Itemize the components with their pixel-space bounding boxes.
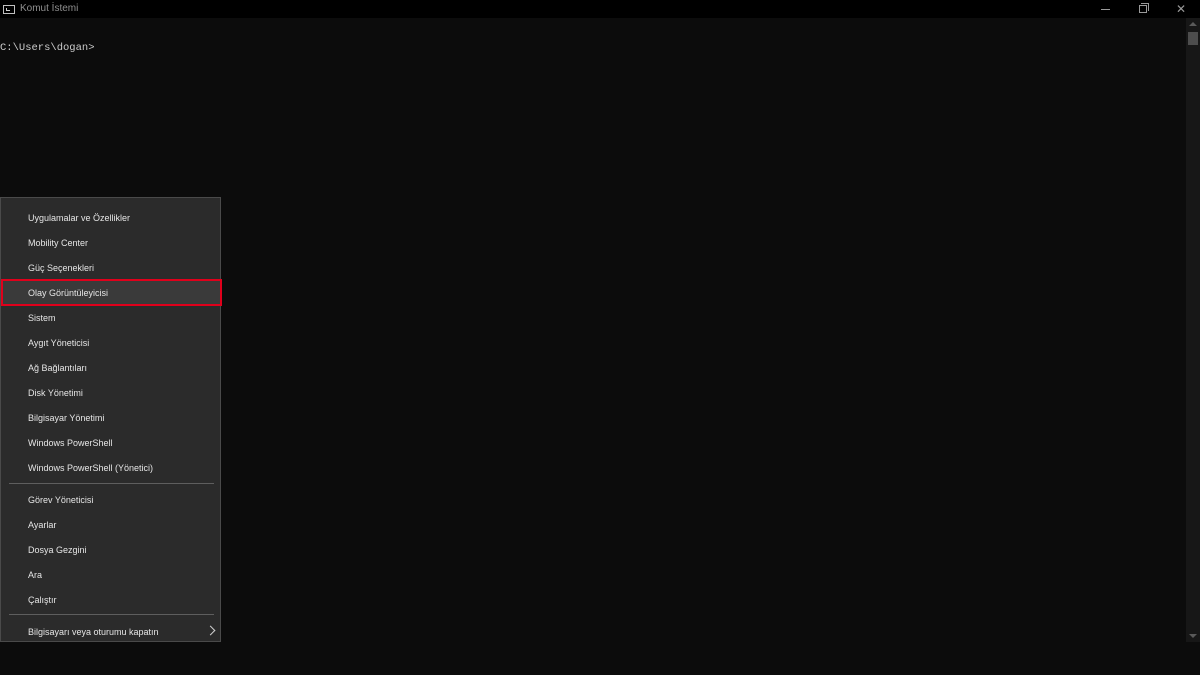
scroll-down-button[interactable] (1186, 630, 1200, 642)
menu-item-label: Aygıt Yöneticisi (28, 337, 90, 348)
menu-item-event-viewer[interactable]: Olay Görüntüleyicisi (1, 279, 222, 306)
window-title: Komut İstemi (20, 3, 79, 14)
menu-item-disk-management[interactable]: Disk Yönetimi (2, 380, 221, 405)
menu-item-label: Windows PowerShell (28, 437, 113, 448)
chevron-right-icon (205, 625, 216, 636)
quick-link-menu: Uygulamalar ve Özellikler Mobility Cente… (0, 197, 222, 644)
menu-item-computer-management[interactable]: Bilgisayar Yönetimi (2, 405, 221, 430)
arrow-down-icon (1189, 634, 1197, 638)
scroll-thumb[interactable] (1188, 32, 1198, 45)
title-bar: Komut İstemi ✕ (0, 0, 1200, 18)
menu-item-task-manager[interactable]: Görev Yöneticisi (2, 487, 221, 512)
menu-item-label: Olay Görüntüleyicisi (28, 287, 109, 298)
menu-item-label: Disk Yönetimi (28, 387, 83, 398)
menu-item-powershell-admin[interactable]: Windows PowerShell (Yönetici) (2, 455, 221, 480)
minimize-icon (1100, 8, 1110, 10)
menu-item-label: Ara (28, 569, 43, 580)
menu-item-label: Windows PowerShell (Yönetici) (28, 462, 154, 473)
menu-item-shutdown-signout[interactable]: Bilgisayarı veya oturumu kapatın (2, 619, 221, 644)
menu-separator (9, 483, 214, 484)
menu-item-device-manager[interactable]: Aygıt Yöneticisi (2, 330, 221, 355)
menu-item-label: Mobility Center (28, 237, 89, 248)
cmd-icon (3, 4, 15, 14)
menu-item-power-options[interactable]: Güç Seçenekleri (2, 255, 221, 280)
menu-item-label: Görev Yöneticisi (28, 494, 94, 505)
menu-item-label: Güç Seçenekleri (28, 262, 95, 273)
command-prompt: C:\Users\dogan> (0, 42, 95, 54)
menu-item-settings[interactable]: Ayarlar (2, 512, 221, 537)
bottom-strip (0, 642, 1200, 675)
menu-item-label: Bilgisayar Yönetimi (28, 412, 105, 423)
close-button[interactable]: ✕ (1162, 0, 1200, 18)
menu-item-system[interactable]: Sistem (2, 305, 221, 330)
vertical-scrollbar[interactable] (1186, 18, 1200, 642)
menu-item-label: Ağ Bağlantıları (28, 362, 88, 373)
menu-item-run[interactable]: Çalıştır (2, 587, 221, 612)
minimize-button[interactable] (1086, 0, 1124, 18)
menu-separator (9, 614, 214, 615)
restore-icon (1139, 3, 1149, 13)
menu-item-label: Bilgisayarı veya oturumu kapatın (28, 626, 159, 637)
maximize-button[interactable] (1124, 0, 1162, 18)
menu-item-label: Ayarlar (28, 519, 57, 530)
scroll-up-button[interactable] (1186, 18, 1200, 30)
menu-item-label: Uygulamalar ve Özellikler (28, 212, 131, 223)
menu-item-label: Çalıştır (28, 594, 57, 605)
menu-item-label: Sistem (28, 312, 56, 323)
arrow-up-icon (1189, 22, 1197, 26)
menu-item-powershell[interactable]: Windows PowerShell (2, 430, 221, 455)
menu-item-label: Dosya Gezgini (28, 544, 87, 555)
window-controls: ✕ (1086, 0, 1200, 18)
menu-item-file-explorer[interactable]: Dosya Gezgini (2, 537, 221, 562)
menu-item-search[interactable]: Ara (2, 562, 221, 587)
close-icon: ✕ (1175, 2, 1187, 16)
menu-item-network-connections[interactable]: Ağ Bağlantıları (2, 355, 221, 380)
menu-item-mobility-center[interactable]: Mobility Center (2, 230, 221, 255)
menu-item-apps-features[interactable]: Uygulamalar ve Özellikler (2, 205, 221, 230)
